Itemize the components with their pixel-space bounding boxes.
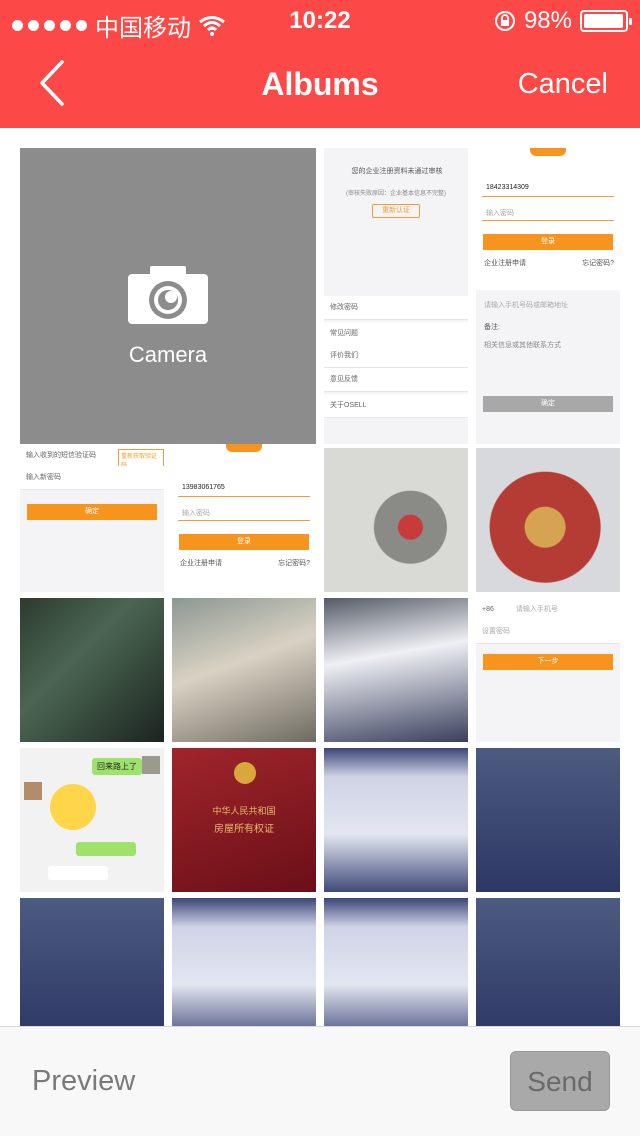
thumb-tab [226,444,262,452]
thumb-text: 输入密码 [486,210,514,217]
thumb-text: 18423314309 [486,184,529,191]
thumb-row: 关于OSELL [324,394,468,418]
send-button[interactable]: Send [510,1051,610,1111]
photo-thumbnail[interactable] [324,448,468,592]
status-bar: 中国移动 10:22 98% [0,0,640,42]
thumb-button: 登录 [483,234,613,250]
thumb-text: 中华人民共和国 [212,806,276,816]
thumb-text: 请输入手机号码或邮箱地址 [484,302,568,309]
thumb-text: 企业注册申请 [180,560,222,567]
photo-thumbnail[interactable]: 输入收到的短信验证码 重新获取验证码 输入新密码 确定 [20,444,164,592]
photo-thumbnail[interactable] [476,448,620,592]
thumb-button: 登录 [179,534,309,550]
thumb-divider [482,196,614,197]
thumb-text: 忘记密码? [278,560,310,567]
thumb-text: 企业注册申请 [484,260,526,267]
thumb-row: 常见问题 [324,322,468,346]
thumb-button: 确定 [27,504,157,520]
battery-icon [580,10,632,32]
preview-button[interactable]: Preview [32,1065,135,1098]
sticker [50,784,96,830]
photo-thumbnail[interactable] [324,598,468,742]
bottom-toolbar: Preview Send [0,1026,640,1136]
thumb-row: 评价我们 [324,344,468,368]
thumb-text: 备注: [484,324,500,331]
photo-grid: Camera 您的企业注册资料未通过审核 (审核失败原因：企业基本信息不完整) … [0,128,640,1026]
battery-percent: 98% [523,7,572,34]
status-right: 98% [494,7,632,35]
photo-thumbnail[interactable] [172,898,316,1026]
photo-thumbnail[interactable] [324,898,468,1026]
thumb-row: +86 请输入手机号 [476,598,620,622]
thumb-button: 重新认证 [372,204,420,218]
thumb-text: +86 [482,606,494,613]
camera-label: Camera [128,342,208,367]
thumb-row: 意见反馈 [324,368,468,392]
photo-thumbnail[interactable]: 18423314309 输入密码 登录 企业注册申请 忘记密码? 请输入手机号码… [476,148,620,444]
chat-bubble [76,842,136,856]
camera-tile[interactable]: Camera [20,148,316,444]
chat-bubble: 回来路上了 [92,758,142,775]
nav-bar: Albums Cancel [0,40,640,128]
thumb-button: 确定 [483,396,613,412]
cancel-button[interactable]: Cancel [518,68,608,101]
camera-icon [128,266,208,324]
thumb-text: 请输入手机号 [515,606,558,613]
thumb-text: 您的企业注册资料未通过审核 [351,168,443,175]
chat-bubble [48,866,108,880]
thumb-divider [178,520,310,521]
thumb-text: 房屋所有权证 [214,824,274,835]
photo-thumbnail[interactable] [476,898,620,1026]
photo-thumbnail[interactable] [172,598,316,742]
photo-thumbnail[interactable]: 您的企业注册资料未通过审核 (审核失败原因：企业基本信息不完整) 重新认证 修改… [324,148,468,444]
thumb-divider [482,220,614,221]
thumb-panel [476,290,620,444]
photo-thumbnail[interactable]: +86 请输入手机号 设置密码 下一步 [476,598,620,742]
avatar [142,756,160,774]
thumb-button: 下一步 [483,654,613,670]
photo-thumbnail[interactable]: 13983061765 输入密码 登录 企业注册申请 忘记密码? [172,444,316,588]
thumb-tab [530,148,566,156]
header: 中国移动 10:22 98% Albums Cancel [0,0,640,128]
photo-thumbnail[interactable] [20,898,164,1026]
photo-thumbnail[interactable]: 中华人民共和国 房屋所有权证 [172,748,316,892]
rotation-lock-icon [494,11,515,31]
emblem-icon [234,762,256,784]
thumb-row: 设置密码 [476,620,620,644]
thumb-divider [178,496,310,497]
photo-thumbnail[interactable] [20,598,164,742]
photo-thumbnail[interactable] [476,748,620,892]
thumb-text: 相关信息或其他联系方式 [484,342,561,349]
thumb-text: 忘记密码? [582,260,614,267]
thumb-text: 输入密码 [182,510,210,517]
thumb-text: 13983061765 [182,484,225,491]
thumb-row: 修改密码 [324,296,468,320]
photo-thumbnail[interactable]: 回来路上了 [20,748,164,892]
thumb-row: 输入新密码 [20,466,164,490]
thumb-text: (审核失败原因：企业基本信息不完整) [346,191,446,197]
photo-thumbnail[interactable] [324,748,468,892]
avatar [24,782,42,800]
